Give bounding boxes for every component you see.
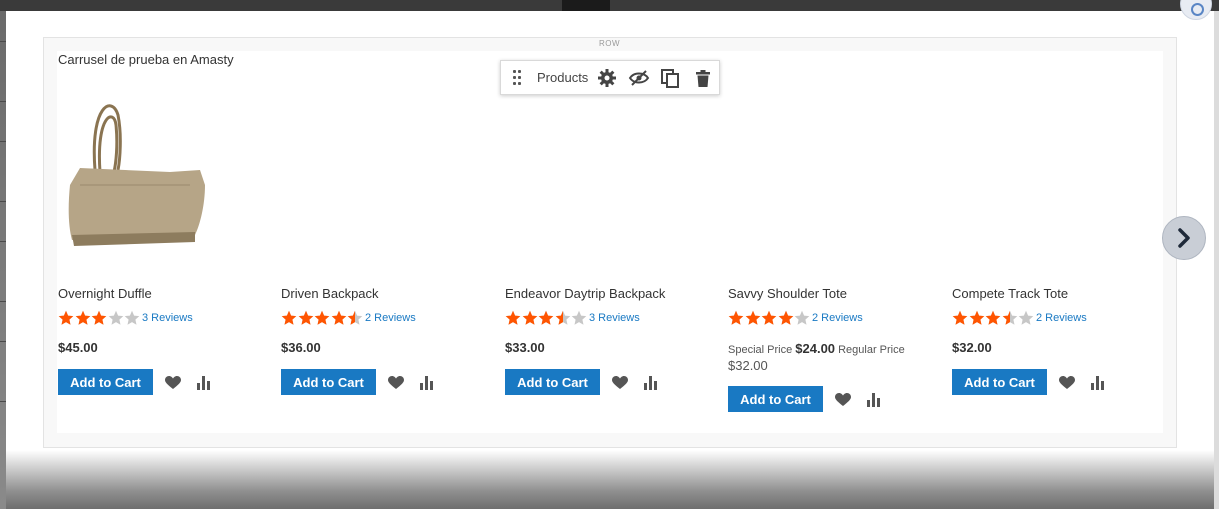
star-icon — [794, 310, 810, 325]
add-to-cart-button[interactable]: Add to Cart — [728, 386, 823, 412]
product-item-5: Compete Track Tote 2 Reviews $32.00 Add … — [0, 0, 1104, 509]
regular-price-value: $32.00 — [728, 358, 768, 373]
gear-icon[interactable] — [596, 67, 618, 89]
compete-track-tote-image[interactable] — [0, 0, 220, 509]
compare-icon[interactable] — [1090, 376, 1106, 390]
add-to-cart-button[interactable]: Add to Cart — [505, 369, 600, 395]
star-icon — [778, 310, 793, 325]
compare-icon[interactable] — [643, 376, 659, 390]
content-type-toolbar: Products — [500, 60, 720, 95]
product-name[interactable]: Driven Backpack — [281, 286, 379, 301]
duplicate-icon[interactable] — [659, 67, 681, 89]
rating-stars — [728, 310, 810, 326]
special-price-label: Special Price — [728, 344, 793, 356]
star-icon — [555, 310, 570, 325]
product-name[interactable]: Savvy Shoulder Tote — [728, 286, 847, 301]
product-name[interactable]: Endeavor Daytrip Backpack — [505, 286, 665, 301]
drag-handle-icon[interactable] — [513, 70, 521, 86]
rating-stars — [505, 310, 587, 326]
star-icon — [522, 310, 537, 325]
star-icon — [331, 310, 346, 325]
eye-slash-icon[interactable] — [628, 67, 650, 89]
reviews-link[interactable]: 2 Reviews — [365, 312, 416, 324]
rating-stars — [952, 310, 1034, 326]
toolbar-label: Products — [537, 70, 589, 85]
chevron-right-icon — [1178, 228, 1190, 248]
product-name[interactable]: Compete Track Tote — [952, 286, 1068, 301]
star-icon — [728, 310, 744, 325]
bottom-overlay — [6, 450, 1214, 509]
star-icon — [298, 310, 313, 325]
product-price: $32.00 — [952, 340, 992, 355]
carousel-next-button[interactable] — [1162, 216, 1206, 260]
star-icon — [347, 310, 363, 325]
special-price-block: Special Price $24.00 Regular Price $32.0… — [728, 341, 908, 375]
regular-price-label: Regular Price — [838, 344, 905, 356]
star-icon — [1002, 310, 1017, 325]
heart-icon[interactable] — [1059, 376, 1075, 390]
star-icon — [571, 310, 587, 325]
star-icon — [985, 310, 1001, 325]
product-price: $36.00 — [281, 340, 321, 355]
heart-icon[interactable] — [388, 376, 404, 390]
corner-action-icon[interactable] — [1180, 0, 1212, 20]
scrollbar-track[interactable] — [1214, 11, 1219, 509]
star-icon — [1018, 310, 1034, 325]
add-to-cart-button[interactable]: Add to Cart — [281, 369, 376, 395]
star-icon — [314, 310, 330, 325]
compare-icon[interactable] — [419, 376, 435, 390]
special-price-value: $24.00 — [795, 341, 836, 356]
add-to-cart-button[interactable]: Add to Cart — [952, 369, 1047, 395]
reviews-link[interactable]: 3 Reviews — [589, 312, 640, 324]
star-icon — [761, 310, 777, 325]
reviews-link[interactable]: 2 Reviews — [1036, 312, 1087, 324]
star-icon — [505, 310, 521, 325]
star-icon — [745, 310, 760, 325]
star-icon — [969, 310, 984, 325]
star-icon — [281, 310, 297, 325]
trash-icon[interactable] — [692, 67, 714, 89]
heart-icon[interactable] — [612, 376, 628, 390]
star-icon — [952, 310, 968, 325]
rating-stars — [281, 310, 363, 326]
reviews-link[interactable]: 2 Reviews — [812, 312, 863, 324]
product-price: $33.00 — [505, 340, 545, 355]
heart-icon[interactable] — [835, 393, 851, 407]
compare-icon[interactable] — [866, 393, 882, 407]
top-bar-tab — [562, 0, 610, 11]
star-icon — [538, 310, 554, 325]
